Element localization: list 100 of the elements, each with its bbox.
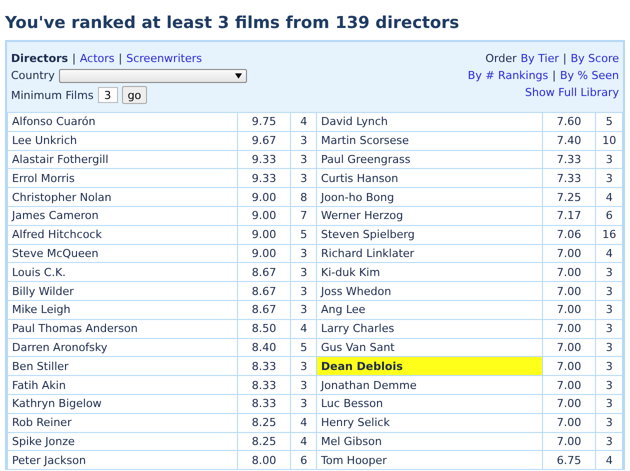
films-count-cell: 6 [290,450,316,470]
director-cell: Alfonso Cuarón [8,112,238,132]
director-cell: Darren Aronofsky [8,338,238,357]
films-count-cell: 8 [290,188,316,206]
separator: | [552,69,556,82]
films-count-cell: 5 [596,112,622,132]
category-link[interactable]: Directors [11,52,68,65]
score-cell: 9.67 [237,131,291,150]
films-count-cell: 3 [596,168,622,188]
score-cell: 8.67 [237,300,291,320]
director-cell: Louis C.K. [8,262,238,282]
films-count-cell: 3 [290,282,316,300]
category-link[interactable]: Actors [80,52,115,65]
score-cell: 8.67 [237,282,291,300]
films-count-cell: 4 [290,432,316,451]
score-cell: 7.00 [542,394,596,414]
films-count-cell: 5 [290,225,316,244]
score-cell: 8.25 [237,432,291,451]
score-cell: 7.00 [542,376,596,394]
country-dropdown[interactable] [58,68,247,82]
director-cell: Ki-duk Kim [316,262,542,282]
director-cell: Luc Besson [316,394,542,414]
page-title: You've ranked at least 3 films from 139 directors [4,12,460,34]
director-cell: Peter Jackson [8,450,238,470]
score-cell: 7.60 [542,112,596,132]
score-cell: 7.06 [542,225,596,244]
score-cell: 9.00 [237,244,291,263]
director-cell: James Cameron [8,206,238,226]
director-cell: Henry Selick [316,413,542,432]
score-cell: 8.40 [237,338,291,357]
score-cell: 9.75 [237,112,291,132]
separator: | [562,52,567,65]
score-cell: 7.00 [542,413,596,432]
director-cell: Alfred Hitchcock [8,225,238,244]
films-count-cell: 3 [596,282,622,300]
director-cell: Curtis Hanson [316,168,542,188]
films-count-cell: 3 [290,150,316,169]
films-count-cell: 4 [596,188,622,206]
minimum-films-label: Minimum Films [11,88,94,102]
order-link[interactable]: By Score [570,52,619,65]
director-cell: Jonathan Demme [316,376,542,394]
director-cell: David Lynch [316,112,542,132]
score-cell: 8.33 [237,376,291,394]
films-count-cell: 7 [290,206,316,226]
films-count-cell: 3 [596,150,622,169]
director-cell: Paul Greengrass [316,150,542,169]
director-cell: Tom Hooper [316,450,542,470]
go-button[interactable]: go [122,86,148,104]
films-count-cell: 4 [290,413,316,432]
films-count-cell: 4 [596,244,622,263]
score-cell: 7.00 [542,338,596,357]
director-cell: Errol Morris [8,168,238,188]
minimum-films-field[interactable]: 3 [98,87,118,103]
score-cell: 7.00 [542,300,596,320]
films-count-cell: 3 [596,338,622,357]
director-cell: Joss Whedon [316,282,542,300]
score-cell: 7.00 [542,356,596,376]
films-count-cell: 16 [596,225,622,244]
score-cell: 9.33 [237,150,291,169]
score-cell: 8.25 [237,413,291,432]
director-cell: Steve McQueen [8,244,238,263]
director-cell: Mike Leigh [8,300,238,320]
order-link[interactable]: By Tier [520,52,559,65]
score-cell: 9.00 [237,225,291,244]
director-cell: Werner Herzog [316,206,542,226]
director-cell: Joon-ho Bong [316,188,542,206]
score-cell: 9.00 [237,188,291,206]
score-cell: 8.67 [237,262,291,282]
films-count-cell: 6 [596,206,622,226]
director-cell: Paul Thomas Anderson [8,319,238,338]
films-count-cell: 4 [290,319,316,338]
score-cell: 7.00 [542,262,596,282]
score-cell: 9.33 [237,168,291,188]
score-cell: 7.00 [542,244,596,263]
films-count-cell: 3 [596,262,622,282]
films-count-cell: 3 [290,244,316,263]
score-cell: 9.00 [237,206,291,226]
score-cell: 8.33 [237,356,291,376]
director-cell: Spike Jonze [8,432,238,451]
score-cell: 7.33 [542,150,596,169]
separator: | [118,52,122,65]
director-cell: Billy Wilder [8,282,238,300]
director-cell: Richard Linklater [316,244,542,263]
director-cell: Mel Gibson [316,432,542,451]
films-count-cell: 3 [596,300,622,320]
order-link[interactable]: By # Rankings [468,69,548,82]
order-label: Order [485,52,517,65]
films-count-cell: 3 [596,413,622,432]
director-cell: Dean Deblois [316,356,542,376]
score-cell: 7.00 [542,319,596,338]
films-count-cell: 3 [290,300,316,320]
director-cell: Steven Spielberg [316,225,542,244]
category-link[interactable]: Screenwriters [126,52,202,65]
films-count-cell: 4 [290,112,316,132]
score-cell: 7.25 [542,188,596,206]
films-count-cell: 3 [596,319,622,338]
library-link[interactable]: Show Full Library [525,86,619,99]
order-link[interactable]: By % Seen [560,69,619,82]
films-count-cell: 3 [290,262,316,282]
films-count-cell: 10 [596,131,622,150]
